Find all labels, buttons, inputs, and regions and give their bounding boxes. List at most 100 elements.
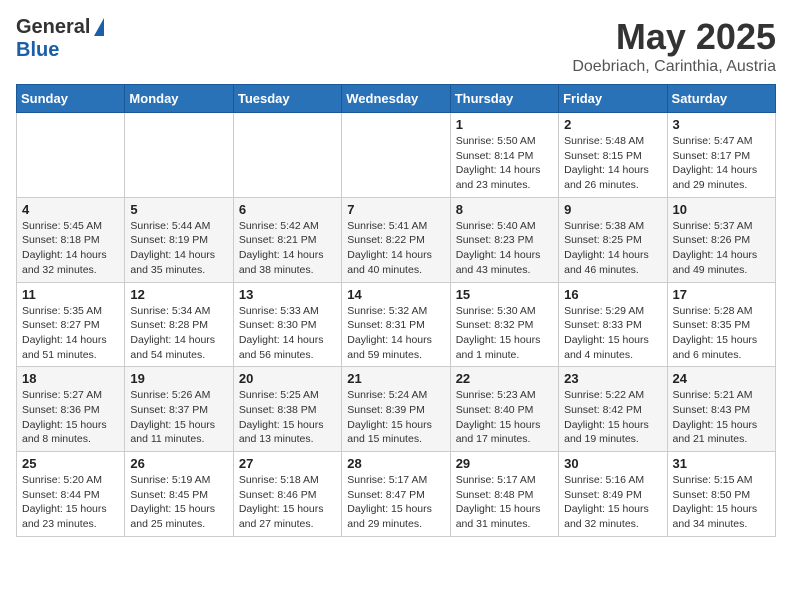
day-info: Sunrise: 5:22 AM Sunset: 8:42 PM Dayligh… [564,388,661,447]
calendar-day-cell [342,113,450,198]
calendar-subtitle: Doebriach, Carinthia, Austria [572,58,776,76]
day-number: 10 [673,202,770,217]
day-info: Sunrise: 5:37 AM Sunset: 8:26 PM Dayligh… [673,219,770,278]
day-of-week-header: Wednesday [342,85,450,113]
calendar-day-cell: 5 Sunrise: 5:44 AM Sunset: 8:19 PM Daylig… [125,197,233,282]
day-of-week-header: Tuesday [233,85,341,113]
day-number: 27 [239,456,336,471]
calendar-day-cell: 24 Sunrise: 5:21 AM Sunset: 8:43 PM Dayli… [667,367,775,452]
day-info: Sunrise: 5:47 AM Sunset: 8:17 PM Dayligh… [673,134,770,193]
calendar-day-cell: 1 Sunrise: 5:50 AM Sunset: 8:14 PM Daylig… [450,113,558,198]
calendar-day-cell [17,113,125,198]
day-info: Sunrise: 5:33 AM Sunset: 8:30 PM Dayligh… [239,304,336,363]
calendar-day-cell: 25 Sunrise: 5:20 AM Sunset: 8:44 PM Dayli… [17,452,125,537]
day-info: Sunrise: 5:29 AM Sunset: 8:33 PM Dayligh… [564,304,661,363]
day-of-week-header: Thursday [450,85,558,113]
title-block: May 2025 Doebriach, Carinthia, Austria [572,16,776,76]
day-info: Sunrise: 5:38 AM Sunset: 8:25 PM Dayligh… [564,219,661,278]
day-number: 6 [239,202,336,217]
calendar-day-cell: 3 Sunrise: 5:47 AM Sunset: 8:17 PM Daylig… [667,113,775,198]
calendar-week-row: 11 Sunrise: 5:35 AM Sunset: 8:27 PM Dayli… [17,282,776,367]
logo-blue-text: Blue [16,39,59,62]
day-number: 20 [239,371,336,386]
day-number: 2 [564,117,661,132]
day-number: 25 [22,456,119,471]
day-info: Sunrise: 5:27 AM Sunset: 8:36 PM Dayligh… [22,388,119,447]
calendar-table: SundayMondayTuesdayWednesdayThursdayFrid… [16,84,776,537]
day-number: 12 [130,287,227,302]
calendar-day-cell: 22 Sunrise: 5:23 AM Sunset: 8:40 PM Dayli… [450,367,558,452]
day-info: Sunrise: 5:30 AM Sunset: 8:32 PM Dayligh… [456,304,553,363]
day-info: Sunrise: 5:42 AM Sunset: 8:21 PM Dayligh… [239,219,336,278]
day-info: Sunrise: 5:16 AM Sunset: 8:49 PM Dayligh… [564,473,661,532]
day-info: Sunrise: 5:25 AM Sunset: 8:38 PM Dayligh… [239,388,336,447]
day-number: 4 [22,202,119,217]
day-number: 31 [673,456,770,471]
day-number: 5 [130,202,227,217]
day-info: Sunrise: 5:26 AM Sunset: 8:37 PM Dayligh… [130,388,227,447]
calendar-week-row: 4 Sunrise: 5:45 AM Sunset: 8:18 PM Daylig… [17,197,776,282]
day-number: 14 [347,287,444,302]
day-number: 11 [22,287,119,302]
calendar-title: May 2025 [572,16,776,58]
calendar-day-cell: 13 Sunrise: 5:33 AM Sunset: 8:30 PM Dayli… [233,282,341,367]
calendar-week-row: 1 Sunrise: 5:50 AM Sunset: 8:14 PM Daylig… [17,113,776,198]
calendar-day-cell: 18 Sunrise: 5:27 AM Sunset: 8:36 PM Dayli… [17,367,125,452]
calendar-day-cell: 28 Sunrise: 5:17 AM Sunset: 8:47 PM Dayli… [342,452,450,537]
day-info: Sunrise: 5:23 AM Sunset: 8:40 PM Dayligh… [456,388,553,447]
day-number: 18 [22,371,119,386]
day-info: Sunrise: 5:40 AM Sunset: 8:23 PM Dayligh… [456,219,553,278]
calendar-day-cell: 7Sunrise: 5:41 AM Sunset: 8:22 PM Daylig… [342,197,450,282]
calendar-week-row: 25 Sunrise: 5:20 AM Sunset: 8:44 PM Dayli… [17,452,776,537]
calendar-day-cell: 11 Sunrise: 5:35 AM Sunset: 8:27 PM Dayli… [17,282,125,367]
calendar-day-cell: 15 Sunrise: 5:30 AM Sunset: 8:32 PM Dayli… [450,282,558,367]
calendar-day-cell [233,113,341,198]
day-info: Sunrise: 5:18 AM Sunset: 8:46 PM Dayligh… [239,473,336,532]
day-of-week-header: Saturday [667,85,775,113]
day-number: 30 [564,456,661,471]
calendar-day-cell: 19 Sunrise: 5:26 AM Sunset: 8:37 PM Dayli… [125,367,233,452]
calendar-day-cell: 27 Sunrise: 5:18 AM Sunset: 8:46 PM Dayli… [233,452,341,537]
day-number: 7 [347,202,444,217]
day-number: 8 [456,202,553,217]
calendar-day-cell: 21Sunrise: 5:24 AM Sunset: 8:39 PM Dayli… [342,367,450,452]
day-info: Sunrise: 5:35 AM Sunset: 8:27 PM Dayligh… [22,304,119,363]
day-info: Sunrise: 5:21 AM Sunset: 8:43 PM Dayligh… [673,388,770,447]
page-header: General Blue May 2025 Doebriach, Carinth… [16,16,776,76]
day-info: Sunrise: 5:50 AM Sunset: 8:14 PM Dayligh… [456,134,553,193]
day-info: Sunrise: 5:44 AM Sunset: 8:19 PM Dayligh… [130,219,227,278]
calendar-day-cell [125,113,233,198]
calendar-day-cell: 16 Sunrise: 5:29 AM Sunset: 8:33 PM Dayli… [559,282,667,367]
day-info: Sunrise: 5:20 AM Sunset: 8:44 PM Dayligh… [22,473,119,532]
day-number: 1 [456,117,553,132]
calendar-day-cell: 20 Sunrise: 5:25 AM Sunset: 8:38 PM Dayli… [233,367,341,452]
day-number: 21 [347,371,444,386]
calendar-day-cell: 26Sunrise: 5:19 AM Sunset: 8:45 PM Dayli… [125,452,233,537]
day-number: 24 [673,371,770,386]
day-info: Sunrise: 5:45 AM Sunset: 8:18 PM Dayligh… [22,219,119,278]
day-number: 13 [239,287,336,302]
day-number: 22 [456,371,553,386]
logo-triangle-icon [94,18,104,36]
day-of-week-header: Monday [125,85,233,113]
day-number: 3 [673,117,770,132]
day-number: 19 [130,371,227,386]
day-number: 16 [564,287,661,302]
day-info: Sunrise: 5:15 AM Sunset: 8:50 PM Dayligh… [673,473,770,532]
calendar-header-row: SundayMondayTuesdayWednesdayThursdayFrid… [17,85,776,113]
day-info: Sunrise: 5:17 AM Sunset: 8:48 PM Dayligh… [456,473,553,532]
calendar-day-cell: 14Sunrise: 5:32 AM Sunset: 8:31 PM Dayli… [342,282,450,367]
day-info: Sunrise: 5:19 AM Sunset: 8:45 PM Dayligh… [130,473,227,532]
day-number: 9 [564,202,661,217]
day-number: 15 [456,287,553,302]
calendar-day-cell: 31 Sunrise: 5:15 AM Sunset: 8:50 PM Dayli… [667,452,775,537]
day-number: 29 [456,456,553,471]
day-info: Sunrise: 5:48 AM Sunset: 8:15 PM Dayligh… [564,134,661,193]
day-info: Sunrise: 5:17 AM Sunset: 8:47 PM Dayligh… [347,473,444,532]
logo: General Blue [16,16,104,62]
day-number: 28 [347,456,444,471]
calendar-day-cell: 2 Sunrise: 5:48 AM Sunset: 8:15 PM Daylig… [559,113,667,198]
calendar-day-cell: 23Sunrise: 5:22 AM Sunset: 8:42 PM Dayli… [559,367,667,452]
calendar-day-cell: 6 Sunrise: 5:42 AM Sunset: 8:21 PM Daylig… [233,197,341,282]
day-info: Sunrise: 5:28 AM Sunset: 8:35 PM Dayligh… [673,304,770,363]
